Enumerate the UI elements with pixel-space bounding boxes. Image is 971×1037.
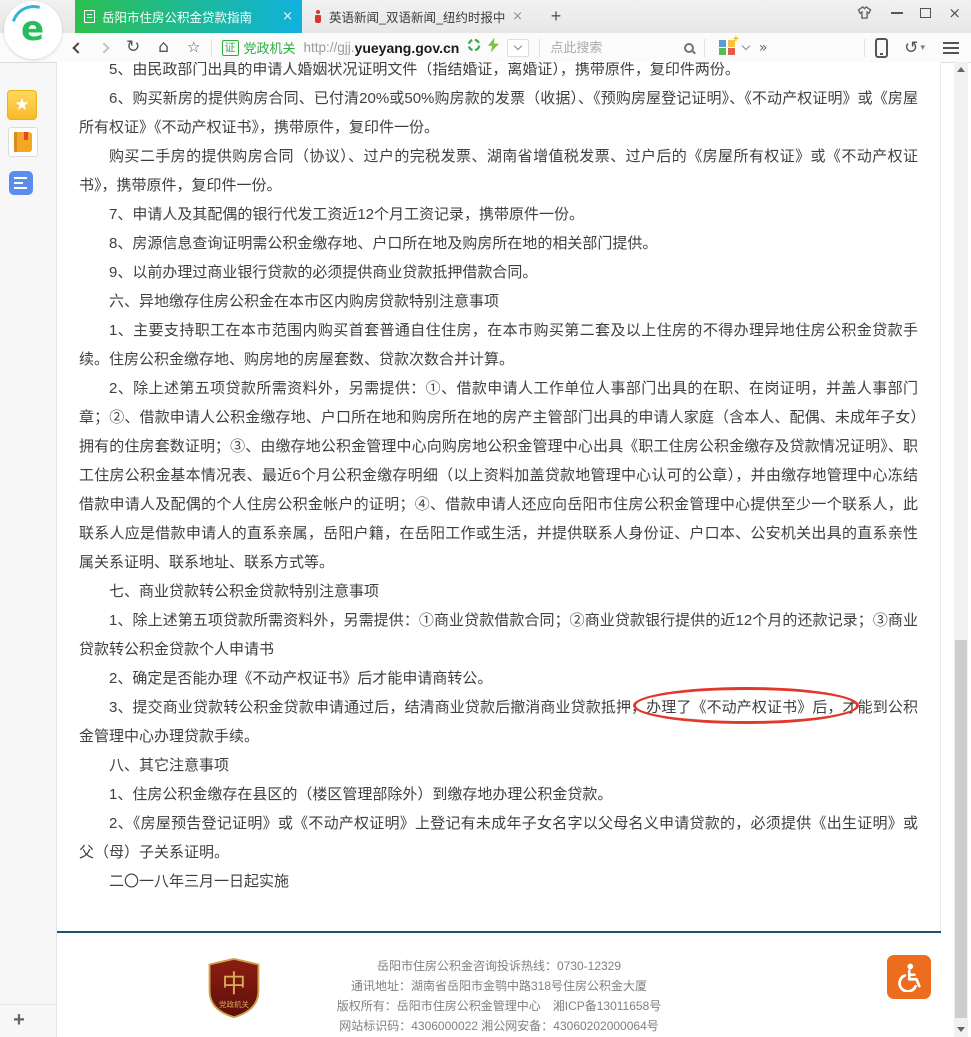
chevron-down-icon [514,42,522,50]
tab-title: 岳阳市住房公积金贷款指南 [102,7,275,26]
tab-bar: 岳阳市住房公积金贷款指南 × 英语新闻_双语新闻_纽约时报中文 × + × e [0,0,971,33]
scrollbar-thumb[interactable] [955,640,967,1018]
toolbar-right-group: ↺ ▾ [854,38,959,58]
paragraph: 5、由民政部门出具的申请人婚姻状况证明文件（指结婚证，离婚证），携带原件，复印件… [79,62,918,84]
url-scheme[interactable]: http://gjj. [304,40,355,55]
document-icon [84,10,95,23]
accessibility-button[interactable] [887,955,931,999]
scroll-down-arrow[interactable] [957,1027,965,1032]
browser-logo[interactable]: e [4,1,62,59]
section-heading: 六、异地缴存住房公积金在本市区内购房贷款特别注意事项 [79,287,918,316]
site-type-label: 党政机关 [244,38,296,57]
circled-text: 办理了《不动产权证书》后， [646,699,842,716]
notes-document-button[interactable] [9,171,33,195]
logo-e: e [21,9,44,49]
circled-before: 3、提交商业贷款转公积金贷款申请通过后，结清商业贷款后撤消商业贷款抵押， [109,699,646,716]
separator [864,39,865,57]
section-heading: 七、商业贷款转公积金贷款特别注意事项 [79,577,918,606]
close-icon[interactable]: × [948,7,961,19]
address-line: 通讯地址：湖南省岳阳市金鹗中路318号住房公积金大厦 [57,976,941,996]
caret-down-icon[interactable]: ▾ [920,43,925,53]
search-input[interactable] [550,40,678,55]
favorites-star-button[interactable]: ★ [7,90,37,120]
apps-grid-icon[interactable]: + [719,40,735,56]
paragraph: 6、购买新房的提供购房合同、已付清20%或50%购房款的发票（收据）、《预购房屋… [79,84,918,142]
tab-news[interactable]: 英语新闻_双语新闻_纽约时报中文 × [304,0,532,33]
browser-toolbar: ↻ ⌂ ☆ 证 党政机关 http://gjj. yueyang.gov.cn … [0,33,971,63]
recycle-icon[interactable] [467,38,481,57]
hotline-line: 岳阳市住房公积金咨询投诉热线：0730-12329 [57,956,941,976]
tab-close-icon[interactable]: × [512,9,523,24]
scroll-up-arrow[interactable] [957,67,965,72]
chevron-down-icon[interactable] [742,42,750,50]
paragraph: 9、以前办理过商业银行贷款的必须提供商业贷款抵押借款合同。 [79,258,918,287]
paragraph: 7、申请人及其配偶的银行代发工资近12个月工资记录，携带原件一份。 [79,200,918,229]
wheelchair-icon [894,962,924,992]
menu-icon[interactable] [943,42,959,54]
refresh-icon[interactable]: ↻ [126,39,140,56]
bookmark-book-button[interactable] [8,127,38,157]
tab-close-icon[interactable]: × [282,9,293,24]
lightning-icon[interactable] [488,37,499,58]
vertical-scrollbar[interactable] [954,62,968,1037]
paragraph: 1、住房公积金缴存在县区的（楼区管理部除外）到缴存地办理公积金贷款。 [79,780,918,809]
maximize-icon[interactable] [920,8,931,18]
paragraph: 2、《房屋预告登记证明》或《不动产权证明》上登记有未成年子女名字以父母名义申请贷… [79,809,918,867]
tab-active-gjj[interactable]: 岳阳市住房公积金贷款指南 × [75,0,302,33]
book-icon [14,132,32,152]
site-code-line: 网站标识码：4306000022 湘公网安备：43060202000064号 [57,1016,941,1036]
web-page-content: 5、由民政部门出具的申请人婚姻状况证明文件（指结婚证，离婚证），携带原件，复印件… [57,62,941,1037]
copyright-line: 版权所有：岳阳市住房公积金管理中心 湘ICP备13011658号 [57,996,941,1016]
side-panel: ★ + [0,63,57,1037]
undo-icon[interactable]: ↺ [904,38,918,58]
separator [539,39,540,57]
footer-info: 岳阳市住房公积金咨询投诉热线：0730-12329 通讯地址：湖南省岳阳市金鹗中… [57,933,941,1036]
paragraph: 2、确定是否能办理《不动产权证书》后才能申请商转公。 [79,664,918,693]
paragraph: 1、除上述第五项贷款所需资料外，另需提供：①商业贷款借款合同；②商业贷款银行提供… [79,606,918,664]
red-circle-annotation: 办理了《不动产权证书》后， [646,699,842,716]
search-icon[interactable] [684,43,694,53]
paragraph: 2、除上述第五项贷款所需资料外，另需提供：①、借款申请人工作单位人事部门出具的在… [79,374,918,577]
paragraph: 8、房源信息查询证明需公积金缴存地、户口所在地及购房所在地的相关部门提供。 [79,229,918,258]
favorite-star-icon[interactable]: ☆ [187,40,200,55]
url-domain[interactable]: yueyang.gov.cn [355,40,460,56]
more-tools[interactable]: » [759,40,768,56]
new-tab-button[interactable]: + [545,5,567,27]
effective-date: 二〇一八年三月一日起实施 [79,867,918,896]
phone-icon[interactable] [875,38,888,58]
window-controls: × [855,5,961,20]
badge-label: 党政机关 [219,999,249,1009]
article-body: 5、由民政部门出具的申请人婚姻状况证明文件（指结婚证，离婚证），携带原件，复印件… [57,62,940,896]
home-icon[interactable]: ⌂ [158,39,169,56]
skin-icon[interactable] [855,5,874,20]
minimize-icon[interactable] [891,12,903,14]
separator [211,39,212,57]
ribbon-icon [24,132,28,140]
cert-badge: 证 [222,40,239,56]
paragraph: 1、主要支持职工在本市范围内购买首套普通自住住房，在本市购买第二套及以上住房的不… [79,316,918,374]
red-person-icon [313,10,322,24]
separator [704,39,705,57]
plus-badge: + [733,34,739,45]
divider [0,1004,57,1005]
forward-icon[interactable] [98,42,109,53]
gov-shield-badge-icon[interactable]: 中 党政机关 [205,957,263,1024]
tab-title: 英语新闻_双语新闻_纽约时报中文 [329,7,505,26]
back-icon[interactable] [72,42,83,53]
sidebar-add-button[interactable]: + [8,1009,30,1031]
url-dropdown[interactable] [507,39,529,57]
paragraph-with-annotation: 3、提交商业贷款转公积金贷款申请通过后，结清商业贷款后撤消商业贷款抵押，办理了《… [79,693,918,751]
badge-emblem: 中 [222,971,246,998]
paragraph: 购买二手房的提供购房合同（协议）、过户的完税发票、湖南省增值税发票、过户后的《房… [79,142,918,200]
section-heading: 八、其它注意事项 [79,751,918,780]
page-footer: 中 党政机关 岳阳市住房公积金咨询投诉热线：0730-12329 通讯地址：湖南… [57,931,941,1037]
